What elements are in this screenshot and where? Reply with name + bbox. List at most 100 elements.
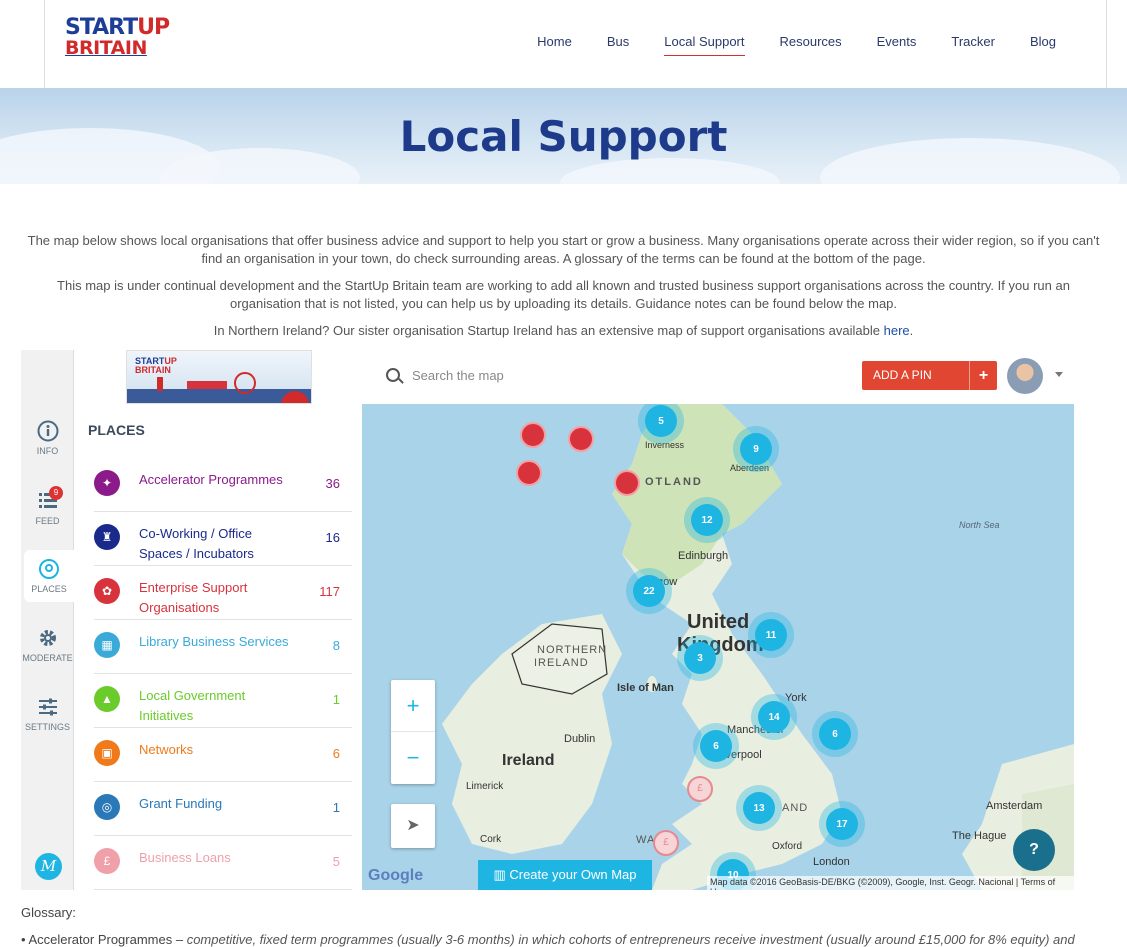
search-placeholder: Search the map <box>412 368 504 383</box>
main-nav: Home Bus Local Support Resources Events … <box>502 34 1056 56</box>
map-thumbnail-image: STARTUP BRITAIN <box>126 350 312 404</box>
places-title: PLACES <box>88 422 145 438</box>
map-cluster[interactable]: 12 <box>684 497 730 543</box>
navigation-arrow-icon: ➤ <box>406 817 420 834</box>
sidebar-label-feed: FEED <box>35 516 60 526</box>
category-icon: ✦ <box>94 470 120 496</box>
nav-events[interactable]: Events <box>877 34 917 56</box>
category-icon: £ <box>94 848 120 874</box>
map-cluster[interactable]: 9 <box>733 426 779 472</box>
sidebar-item-moderate[interactable]: MODERATE <box>21 627 74 663</box>
category-count: 8 <box>332 638 340 653</box>
nav-bus[interactable]: Bus <box>607 34 629 56</box>
cluster-count: 12 <box>691 504 723 536</box>
map-pin-business-loans[interactable]: £ <box>687 776 713 802</box>
category-icon: ✿ <box>94 578 120 604</box>
cluster-count: 3 <box>684 642 716 674</box>
map-cluster[interactable]: 14 <box>751 694 797 740</box>
sidebar-item-settings[interactable]: SETTINGS <box>21 696 74 732</box>
map-pin-business-loans[interactable]: £ <box>653 830 679 856</box>
site-logo[interactable]: STARTUP BRITAIN <box>65 17 170 59</box>
add-pin-button[interactable]: ADD A PIN + <box>862 361 997 390</box>
map-cluster[interactable]: 17 <box>819 801 865 847</box>
sidebar-item-feed[interactable]: 9 FEED <box>21 486 74 526</box>
cluster-count: 13 <box>743 792 775 824</box>
cluster-count: 6 <box>700 730 732 762</box>
intro-p3-end: . <box>909 323 914 338</box>
category-row[interactable]: £ Business Loans 5 <box>94 836 352 890</box>
map-cluster[interactable]: 6 <box>812 711 858 757</box>
logo-britain: BRITAIN <box>65 37 147 59</box>
info-icon <box>37 420 59 442</box>
category-row[interactable]: ✿ Enterprise Support Organisations 117 <box>94 566 352 620</box>
sidebar-item-places[interactable]: PLACES <box>24 550 74 602</box>
map-label-united: United <box>687 611 750 633</box>
category-name: Accelerator Programmes <box>139 472 283 487</box>
nav-local-support[interactable]: Local Support <box>664 34 745 56</box>
map-search[interactable]: Search the map <box>386 368 504 383</box>
map-label-ireland: Ireland <box>502 752 555 769</box>
intro-paragraph-3: In Northern Ireland? Our sister organisa… <box>20 322 1107 340</box>
cluster-count: 17 <box>826 808 858 840</box>
ireland-link[interactable]: here <box>884 323 910 338</box>
category-row[interactable]: ✦ Accelerator Programmes 36 <box>94 458 352 512</box>
zoom-out-button[interactable]: − <box>391 732 435 784</box>
google-logo: Google <box>368 867 424 884</box>
category-name: Co-Working / Office Spaces / Incubators <box>139 526 254 561</box>
add-pin-label: ADD A PIN <box>873 368 932 382</box>
map-cluster[interactable]: 13 <box>736 785 782 831</box>
cluster-count: 5 <box>645 405 677 437</box>
category-icon: ▦ <box>94 632 120 658</box>
map-pin-enterprise[interactable] <box>520 422 546 448</box>
map-cluster[interactable]: 6 <box>693 723 739 769</box>
map-label-edinburgh: Edinburgh <box>678 550 729 562</box>
category-row[interactable]: ▦ Library Business Services 8 <box>94 620 352 674</box>
nav-resources[interactable]: Resources <box>780 34 842 56</box>
map-sidebar: INFO 9 FEED PLACES MODERATE SETTINGS M <box>21 350 74 890</box>
cluster-count: 11 <box>755 619 787 651</box>
help-chat-button[interactable]: ? <box>1013 829 1055 871</box>
map-canvas[interactable]: Inverness Aberdeen OTLAND Edinburgh gow … <box>362 404 1074 890</box>
category-name: Business Loans <box>139 850 231 865</box>
map-label-cork: Cork <box>480 834 502 845</box>
gear-icon <box>37 627 59 649</box>
map-cluster[interactable]: 11 <box>748 612 794 658</box>
cluster-count: 6 <box>819 718 851 750</box>
map-cluster[interactable]: 3 <box>677 635 723 681</box>
nav-blog[interactable]: Blog <box>1030 34 1056 56</box>
intro-paragraph-2: This map is under continual development … <box>57 278 1070 311</box>
intro-p3-text: In Northern Ireland? Our sister organisa… <box>213 323 884 338</box>
zoom-in-button[interactable]: + <box>391 680 435 732</box>
search-icon <box>386 368 400 382</box>
map-pin-enterprise[interactable] <box>568 426 594 452</box>
skyline-illustration <box>127 372 311 403</box>
intro-paragraph-1: The map below shows local organisations … <box>27 233 1100 266</box>
avatar[interactable] <box>1007 358 1043 394</box>
plus-icon: + <box>969 361 997 390</box>
brand-m-icon[interactable]: M <box>35 853 62 880</box>
category-row[interactable]: ▲ Local Government Initiatives 1 <box>94 674 352 728</box>
map-pin-enterprise[interactable] <box>614 470 640 496</box>
glossary-title: Glossary: <box>21 905 76 920</box>
map-label-oxford: Oxford <box>772 841 803 852</box>
sidebar-label-moderate: MODERATE <box>22 653 73 663</box>
map-label-london: London <box>813 856 850 868</box>
chevron-down-icon[interactable] <box>1055 372 1063 377</box>
nav-tracker[interactable]: Tracker <box>951 34 995 56</box>
sidebar-item-info[interactable]: INFO <box>21 420 74 456</box>
locate-me-button[interactable]: ➤ <box>391 804 435 848</box>
category-row[interactable]: ▣ Networks 6 <box>94 728 352 782</box>
sidebar-label-places: PLACES <box>31 584 67 594</box>
category-row[interactable]: ♜ Co-Working / Office Spaces / Incubators… <box>94 512 352 566</box>
map-label-ireland-ni: IRELAND <box>534 657 589 669</box>
question-icon: ? <box>1029 841 1039 858</box>
category-row[interactable]: ◎ Grant Funding 1 <box>94 782 352 836</box>
category-name: Enterprise Support Organisations <box>139 580 248 615</box>
map-widget: INFO 9 FEED PLACES MODERATE SETTINGS M S… <box>21 350 1074 890</box>
nav-home[interactable]: Home <box>537 34 572 56</box>
create-map-button[interactable]: ▥ Create your Own Map <box>478 860 652 890</box>
map-pin-enterprise[interactable] <box>516 460 542 486</box>
category-count: 1 <box>332 692 340 707</box>
map-icon: ▥ <box>493 867 510 882</box>
map-cluster[interactable]: 22 <box>626 568 672 614</box>
